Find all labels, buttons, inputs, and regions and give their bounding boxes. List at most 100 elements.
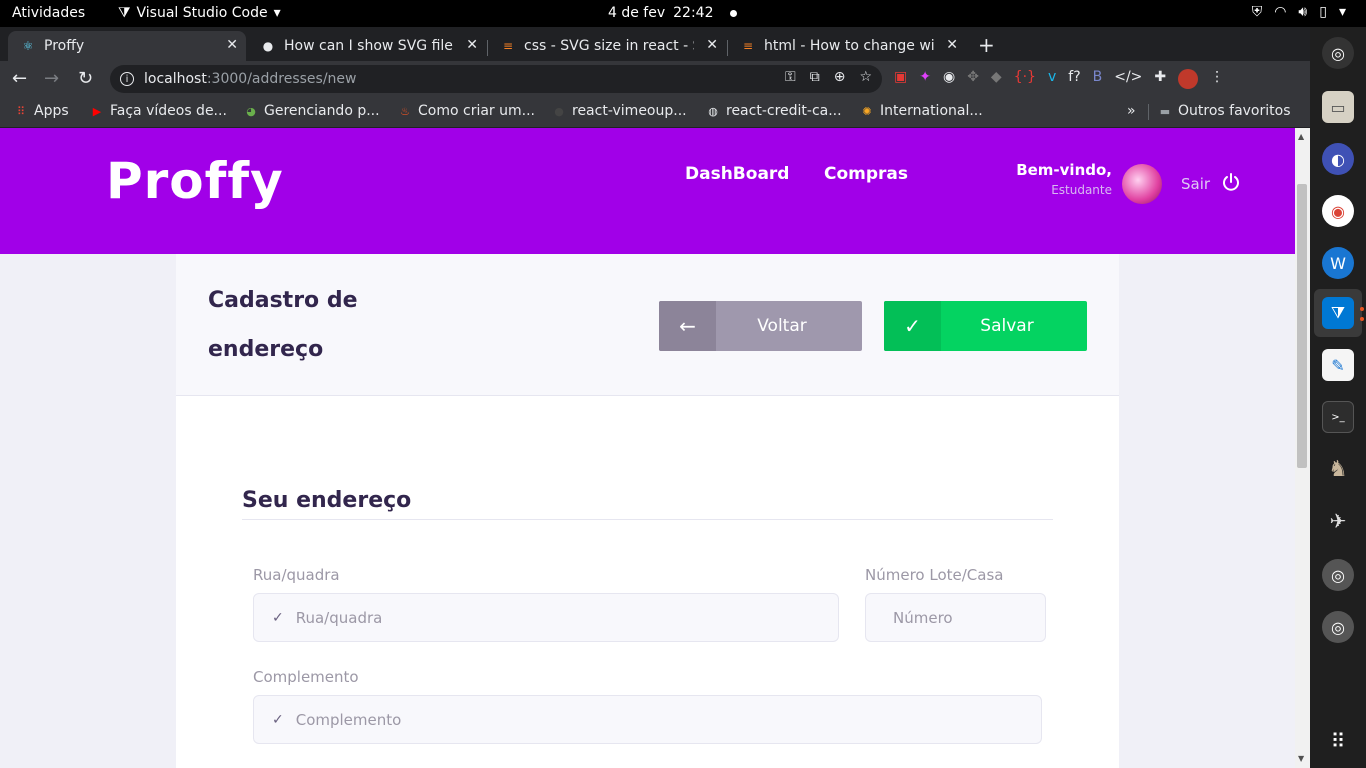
code-icon[interactable]: </> — [1114, 69, 1142, 89]
form-header: Cadastro de endereço ← Voltar ✓ Salvar — [176, 254, 1119, 396]
nav-compras[interactable]: Compras — [824, 164, 908, 184]
chevron-down-icon: ▾ — [1338, 4, 1346, 20]
tab-title: Proffy — [44, 38, 85, 54]
inkscape-icon[interactable]: ✈ — [1322, 505, 1354, 537]
close-icon[interactable]: ✕ — [706, 37, 718, 53]
clock[interactable]: 4 de fev 22:42 — [608, 5, 737, 21]
save-button[interactable]: ✓ Salvar — [884, 301, 1087, 351]
extension-icon[interactable]: {·} — [1014, 69, 1036, 89]
bookmark-apps[interactable]: ⠿ Apps — [14, 103, 69, 119]
bookmark-item[interactable]: ● react-vimeoup... — [552, 103, 686, 119]
github-icon: ● — [554, 104, 564, 118]
scrollbar-thumb[interactable] — [1297, 184, 1307, 468]
address-bar[interactable]: i localhost:3000/addresses/new ⚿ ⧉ ⊕ ☆ — [110, 65, 882, 93]
url-host: localhost — [144, 71, 207, 87]
profile-avatar[interactable] — [1178, 69, 1199, 89]
system-top-bar: Atividades ⧩ Visual Studio Code ▾ 4 de f… — [0, 0, 1366, 27]
extension-icon[interactable]: ▣ — [894, 69, 907, 89]
terminal-icon[interactable]: >_ — [1322, 401, 1354, 433]
bookmark-label: Gerenciando p... — [264, 103, 380, 119]
system-tray[interactable]: ⛨ ◠ 🔊︎ ▯ ▾ — [1252, 4, 1346, 20]
form-card: Cadastro de endereço ← Voltar ✓ Salvar S… — [176, 254, 1119, 768]
translate-icon[interactable]: ⧉ — [810, 69, 820, 85]
show-apps-icon[interactable]: ⠿ — [1322, 725, 1354, 757]
vimeo-icon[interactable]: v — [1048, 69, 1056, 89]
move-icon[interactable]: ✥ — [967, 69, 979, 89]
street-input[interactable]: ✓ Rua/quadra — [253, 593, 839, 642]
bookmark-item[interactable]: ◍ react-credit-ca... — [706, 103, 842, 119]
street-placeholder: Rua/quadra — [295, 608, 383, 627]
back-button[interactable]: ← Voltar — [659, 301, 862, 351]
new-tab-button[interactable]: + — [978, 33, 995, 57]
color-picker-icon[interactable]: ✦ — [919, 69, 931, 89]
files-icon[interactable]: ▭ — [1322, 91, 1354, 123]
logo[interactable]: Proffy — [106, 152, 284, 210]
kebab-menu-icon[interactable]: ⋮ — [1210, 69, 1224, 89]
bookmark-label: Como criar um... — [418, 103, 535, 119]
divider — [1148, 104, 1149, 120]
extension-icon[interactable]: ◉ — [943, 69, 955, 89]
nav-dashboard[interactable]: DashBoard — [685, 164, 789, 184]
logout-link[interactable]: Sair — [1181, 175, 1210, 193]
tab-proffy[interactable]: ⚛ Proffy ✕ — [8, 31, 246, 61]
welcome-block: Bem-vindo, Estudante — [1000, 161, 1112, 197]
peacock-icon: ✺ — [862, 104, 872, 118]
forward-arrow-icon[interactable]: → — [44, 68, 59, 89]
tab-title: How can I show SVG file o — [284, 38, 454, 54]
bookmark-item[interactable]: ♨ Como criar um... — [398, 103, 535, 119]
page-scrollbar[interactable]: ▲ ▼ — [1295, 128, 1310, 768]
info-icon[interactable]: i — [120, 72, 134, 86]
bookmark-other[interactable]: ▬ Outros favoritos — [1158, 103, 1291, 119]
activities-button[interactable]: Atividades — [12, 5, 85, 21]
power-icon[interactable] — [1221, 172, 1241, 192]
bookmark-label: react-credit-ca... — [726, 103, 842, 119]
welcome-text: Bem-vindo, — [1016, 161, 1112, 179]
vscode-icon[interactable]: ⧩ — [1322, 297, 1354, 329]
avatar[interactable] — [1122, 164, 1162, 204]
page-title: Cadastro de endereço — [208, 288, 358, 362]
star-icon[interactable]: ☆ — [859, 69, 872, 85]
puzzle-icon[interactable]: ✚ — [1154, 69, 1166, 89]
divider — [242, 519, 1053, 520]
close-icon[interactable]: ✕ — [466, 37, 478, 53]
number-input[interactable]: Número — [865, 593, 1046, 642]
react-icon: ⚛ — [22, 39, 34, 53]
close-icon[interactable]: ✕ — [226, 37, 238, 53]
extension-icon[interactable]: B — [1093, 69, 1103, 89]
disc-icon[interactable]: ◎ — [1322, 611, 1354, 643]
scroll-down-icon[interactable]: ▼ — [1298, 754, 1304, 763]
text-editor-icon[interactable]: ✎ — [1322, 349, 1354, 381]
key-icon[interactable]: ⚿ — [785, 69, 796, 85]
close-icon[interactable]: ✕ — [946, 37, 958, 53]
chevron-down-icon: ▾ — [273, 5, 281, 21]
github-icon: ● — [262, 39, 274, 53]
bookmark-item[interactable]: ✺ International... — [860, 103, 982, 119]
tab-stackoverflow-html[interactable]: ≡ html - How to change wid ✕ — [728, 31, 966, 61]
bookmark-label: Faça vídeos de... — [110, 103, 227, 119]
bookmark-item[interactable]: ▶ Faça vídeos de... — [90, 103, 227, 119]
reload-icon[interactable]: ↻ — [78, 68, 93, 89]
save-button-label: Salvar — [980, 316, 1034, 336]
obs-icon[interactable]: ◎ — [1322, 37, 1354, 69]
bookmarks-overflow-button[interactable]: » — [1127, 103, 1136, 119]
extension-icon[interactable]: ◆ — [991, 69, 1002, 89]
formula-icon[interactable]: f? — [1068, 69, 1080, 89]
back-button-label: Voltar — [757, 316, 807, 336]
scroll-up-icon[interactable]: ▲ — [1298, 132, 1304, 141]
gimp-icon[interactable]: ♞ — [1322, 453, 1354, 485]
app-menu[interactable]: ⧩ Visual Studio Code ▾ — [118, 5, 281, 21]
extensions-area: ▣ ✦ ◉ ✥ ◆ {·} v f? B </> ✚ ⋮ — [894, 69, 1224, 89]
complement-input[interactable]: ✓ Complemento — [253, 695, 1042, 744]
running-indicator — [1360, 317, 1364, 321]
zoom-icon[interactable]: ⊕ — [834, 69, 846, 85]
chrome-icon[interactable]: ◉ — [1322, 195, 1354, 227]
app-menu-label: Visual Studio Code — [136, 5, 268, 21]
tab-github[interactable]: ● How can I show SVG file o ✕ — [248, 31, 486, 61]
app-icon[interactable]: W — [1322, 247, 1354, 279]
tab-stackoverflow-svg[interactable]: ≡ css - SVG size in react - Sta ✕ — [488, 31, 726, 61]
disc-icon[interactable]: ◎ — [1322, 559, 1354, 591]
vscode-icon: ⧩ — [118, 5, 131, 21]
browser-icon[interactable]: ◐ — [1322, 143, 1354, 175]
back-arrow-icon[interactable]: ← — [12, 68, 27, 89]
bookmark-item[interactable]: ◕ Gerenciando p... — [244, 103, 380, 119]
